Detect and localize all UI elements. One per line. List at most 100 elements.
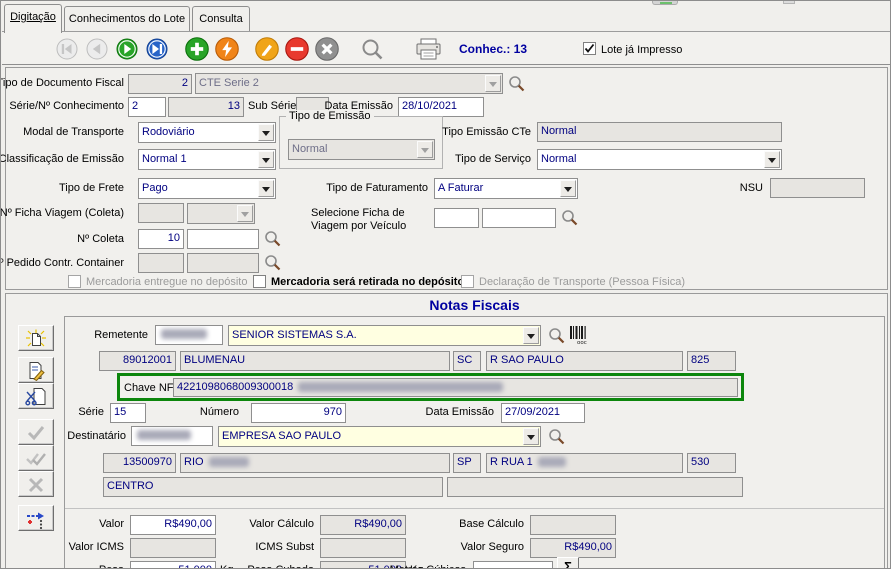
tipo-emissao-cte-field[interactable]: Normal	[537, 122, 782, 142]
remetente-endereco-field[interactable]: R SAO PAULO	[486, 351, 683, 371]
valor-calculo-value: R$490,00	[354, 518, 402, 530]
nav-last-button[interactable]	[146, 38, 169, 61]
n-coleta-field[interactable]: 10	[138, 229, 184, 249]
tipo-emissao-combo[interactable]: Normal	[288, 139, 435, 160]
serie-value: 2	[132, 100, 138, 112]
search-icon	[508, 75, 526, 93]
checkmark-icon	[584, 43, 595, 54]
cancel-button[interactable]	[315, 37, 338, 60]
destinatario-lookup-button[interactable]	[548, 428, 566, 446]
peso-field[interactable]: 51,000	[130, 561, 216, 569]
tab-conhecimentos-label: Conhecimentos do Lote	[69, 13, 185, 25]
destinatario-bairro: CENTRO	[107, 480, 153, 492]
remetente-uf-field[interactable]: SC	[453, 351, 481, 371]
tipo-servico-label: Tipo de Serviço	[455, 153, 531, 166]
remetente-combo[interactable]: SENIOR SISTEMAS S.A.	[228, 325, 541, 346]
chave-nfe-highlight: Chave NFe 4221098068009300018	[117, 373, 744, 401]
tipo-documento-fiscal-combo[interactable]: CTE Serie 2	[195, 73, 503, 94]
nsu-field[interactable]	[770, 178, 865, 198]
modal-transporte-combo[interactable]: Rodoviário	[138, 122, 276, 143]
destinatario-code-field[interactable]	[131, 426, 213, 446]
lote-impresso-label: Lote já Impresso	[601, 44, 682, 57]
nf-data-emissao-value: 27/09/2021	[505, 406, 560, 418]
values-divider	[65, 508, 884, 509]
data-emissao-field[interactable]: 28/10/2021	[398, 97, 484, 117]
conhecimento-numero-field[interactable]: 13	[168, 97, 244, 117]
coleta-lookup-button[interactable]	[264, 230, 282, 248]
base-calculo-field[interactable]	[530, 515, 616, 535]
lote-impresso-checkbox[interactable]	[583, 42, 596, 55]
nf-numero-field[interactable]: 970	[251, 403, 346, 423]
tipo-documento-fiscal-code-field[interactable]: 2	[128, 74, 192, 94]
destinatario-cidade-field[interactable]: RIO	[180, 453, 450, 473]
tipo-faturamento-combo[interactable]: A Faturar	[434, 178, 578, 199]
pedido-container-lookup-button[interactable]	[264, 254, 282, 272]
ficha-veiculo-lookup-button[interactable]	[561, 209, 579, 227]
destinatario-endereco-field[interactable]: R RUA 1	[486, 453, 683, 473]
ficha-viagem-code-field[interactable]	[138, 203, 184, 223]
valor-icms-field[interactable]	[130, 538, 216, 558]
barcode-button[interactable]: ooc	[569, 325, 587, 343]
destinatario-bairro-field[interactable]: CENTRO	[103, 477, 443, 497]
destinatario-complemento-field[interactable]	[447, 477, 743, 497]
new-nota-button[interactable]	[18, 325, 54, 351]
classificacao-emissao-combo[interactable]: Normal 1	[138, 149, 276, 170]
execute-button[interactable]	[215, 37, 238, 60]
valor-icms-label: Valor ICMS	[69, 541, 124, 554]
search-button[interactable]	[360, 37, 383, 60]
valor-field[interactable]: R$490,00	[130, 515, 216, 535]
remetente-cidade-field[interactable]: BLUMENAU	[180, 351, 450, 371]
edit-document-icon	[25, 361, 47, 381]
valor-calculo-field[interactable]: R$490,00	[320, 515, 406, 535]
destinatario-cep-field[interactable]: 13500970	[103, 453, 176, 473]
header-form-panel: Tipo de Documento Fiscal 2 CTE Serie 2 S…	[5, 67, 888, 290]
destinatario-uf-field[interactable]: SP	[453, 453, 481, 473]
tipo-documento-fiscal-value: CTE Serie 2	[199, 77, 484, 90]
tipo-frete-combo[interactable]: Pago	[138, 178, 276, 199]
search-icon	[548, 327, 566, 345]
chevron-down-icon	[417, 141, 433, 158]
sum-button[interactable]: Σ	[557, 557, 579, 569]
nav-next-button[interactable]	[116, 38, 139, 61]
tipo-documento-lookup-button[interactable]	[508, 75, 526, 93]
transfer-button[interactable]	[18, 505, 54, 531]
nf-serie-field[interactable]: 15	[110, 403, 146, 423]
remetente-cep-field[interactable]: 89012001	[99, 351, 176, 371]
mercadoria-entregue-checkbox[interactable]	[68, 275, 81, 288]
remetente-lookup-button[interactable]	[548, 327, 566, 345]
destinatario-numero-field[interactable]: 530	[687, 453, 736, 473]
icms-subst-field[interactable]	[320, 538, 406, 558]
pedido-container-field[interactable]	[187, 253, 259, 273]
serie-field[interactable]: 2	[128, 97, 166, 117]
edit-button[interactable]	[255, 37, 278, 60]
confirm-all-button[interactable]	[18, 445, 54, 471]
remetente-numero-field[interactable]: 825	[687, 351, 736, 371]
ficha-veiculo-code-field[interactable]	[434, 208, 479, 228]
n-coleta-value: 10	[168, 232, 180, 244]
ficha-viagem-combo[interactable]	[187, 203, 255, 224]
declaracao-transporte-checkbox[interactable]	[461, 275, 474, 288]
metros-cubicos-field[interactable]	[473, 561, 553, 569]
tab-conhecimentos-do-lote[interactable]: Conhecimentos do Lote	[64, 6, 190, 32]
tab-consulta[interactable]: Consulta	[192, 6, 250, 32]
mercadoria-retirada-checkbox[interactable]	[253, 275, 266, 288]
cancel-nota-button[interactable]	[18, 471, 54, 497]
tab-digitacao[interactable]: Digitação	[4, 4, 62, 33]
pedido-container-code-field[interactable]	[138, 253, 184, 273]
nf-data-emissao-field[interactable]: 27/09/2021	[501, 403, 585, 423]
nav-first-button[interactable]	[56, 38, 79, 61]
coleta-desc-field[interactable]	[187, 229, 259, 249]
confirm-button[interactable]	[18, 419, 54, 445]
cut-nota-button[interactable]	[18, 383, 54, 409]
nav-prev-button[interactable]	[86, 38, 109, 61]
tipo-servico-combo[interactable]: Normal	[537, 149, 782, 170]
remove-button[interactable]	[285, 37, 308, 60]
remetente-code-field[interactable]	[155, 325, 223, 345]
chave-nfe-field[interactable]: 4221098068009300018	[173, 378, 738, 397]
add-button[interactable]	[185, 37, 208, 60]
valor-seguro-field[interactable]: R$490,00	[530, 538, 616, 558]
print-button[interactable]	[414, 38, 444, 61]
edit-nota-button[interactable]	[18, 357, 54, 383]
destinatario-combo[interactable]: EMPRESA SAO PAULO	[218, 426, 541, 447]
ficha-veiculo-field[interactable]	[482, 208, 556, 228]
